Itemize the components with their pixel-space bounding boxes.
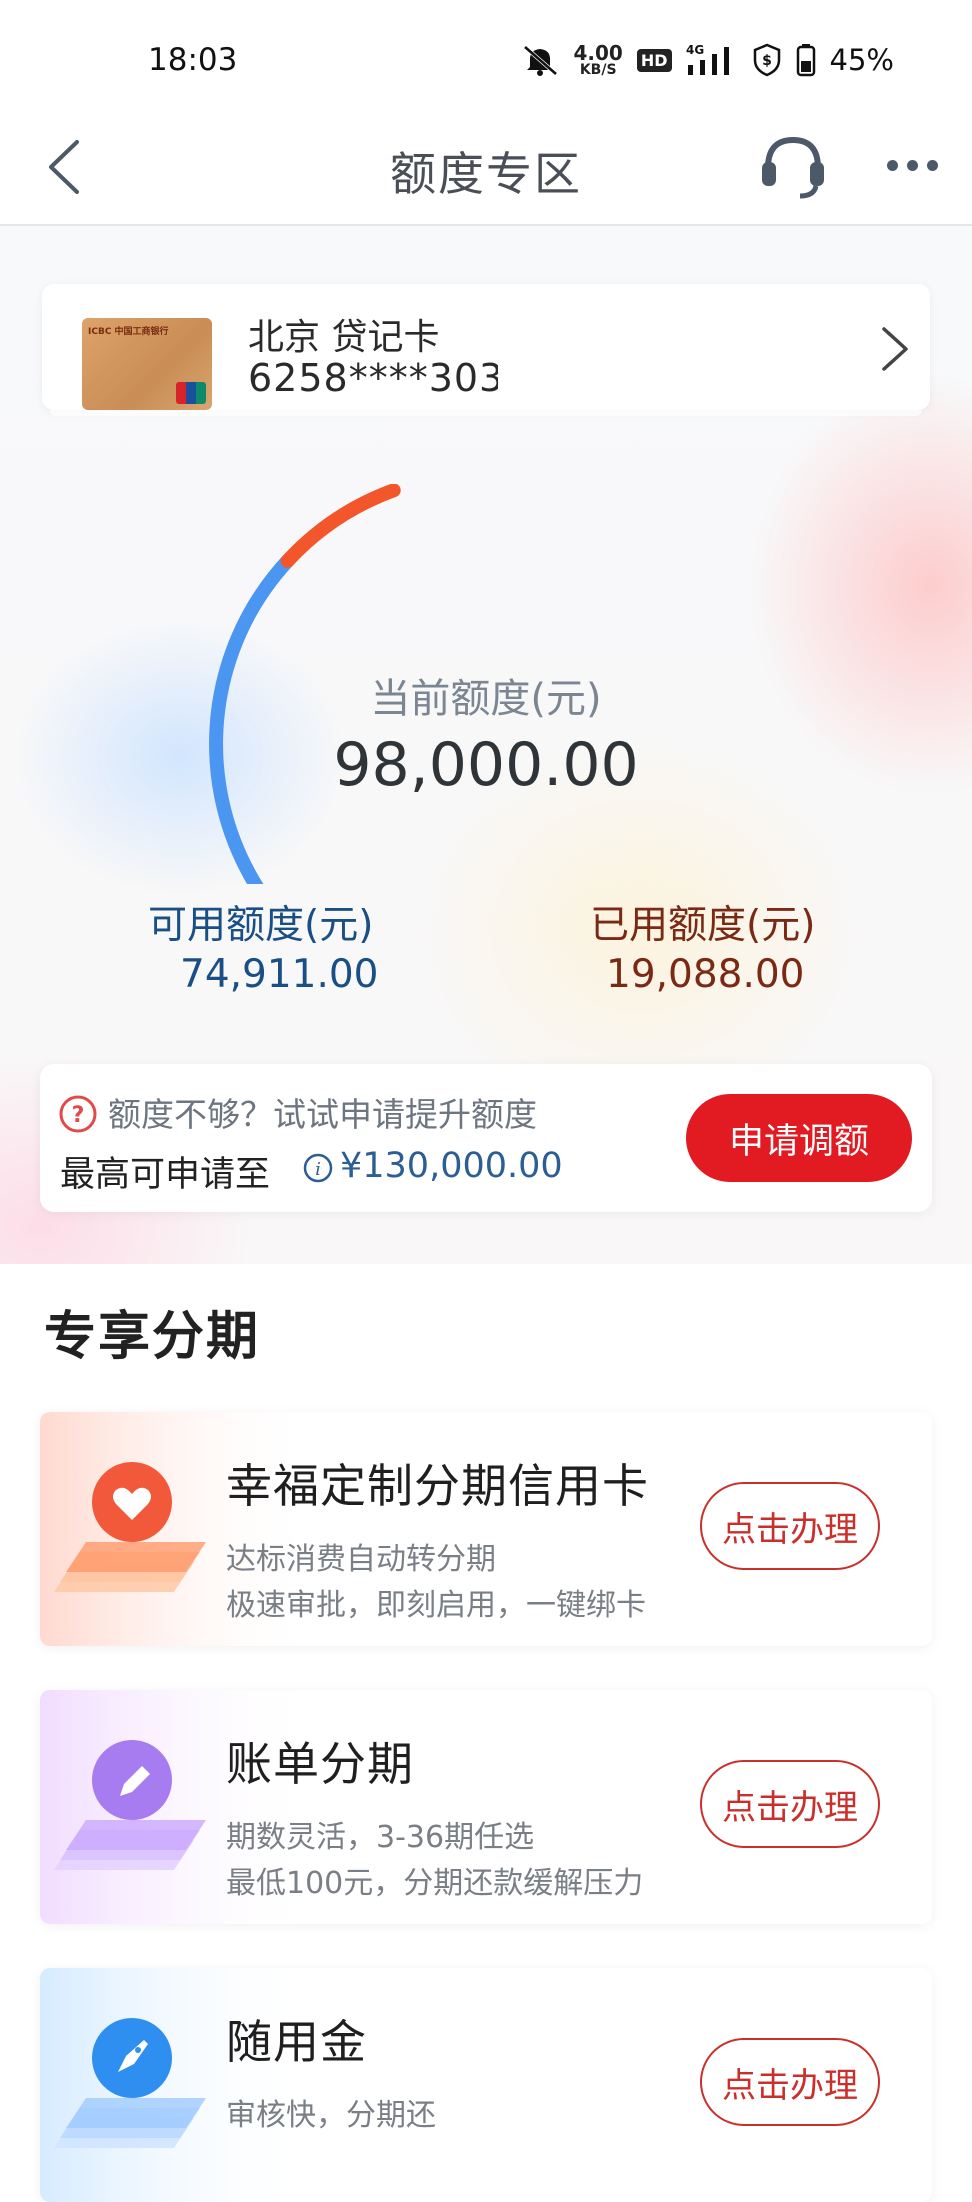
item-title: 随用金 <box>226 2015 367 2069</box>
more-dot-icon <box>926 159 938 171</box>
more-dot-icon <box>906 159 918 171</box>
customer-service-button[interactable] <box>756 128 830 202</box>
installment-item-happy-card[interactable]: 幸福定制分期信用卡 达标消费自动转分期 极速审批，即刻启用，一键绑卡 点击办理 <box>40 1412 932 1646</box>
card-image: ICBC 中国工商银行 <box>82 318 212 410</box>
signal-icon: 4G <box>686 43 729 75</box>
shield-dollar-icon: $ <box>753 43 780 77</box>
headset-icon <box>762 136 824 199</box>
available-quota-value: 74,911.00 <box>180 952 379 997</box>
available-quota-label: 可用额度(元) <box>148 903 374 948</box>
svg-text:4G: 4G <box>686 43 704 57</box>
status-time: 18:03 <box>148 42 238 78</box>
svg-text:?: ? <box>72 1103 85 1128</box>
apply-button[interactable]: 点击办理 <box>700 2038 880 2126</box>
net-speed-value: 4.00 <box>573 41 623 65</box>
item-subtitle: 极速审批，即刻启用，一键绑卡 <box>226 1588 646 1623</box>
hd-badge: HD <box>636 48 672 72</box>
item-subtitle: 期数灵活，3-36期任选 <box>226 1820 535 1855</box>
used-quota-value: 19,088.00 <box>606 952 805 997</box>
question-icon[interactable]: ? <box>58 1094 98 1134</box>
item-subtitle: 最低100元，分期还款缓解压力 <box>226 1866 644 1901</box>
more-dot-icon <box>886 159 898 171</box>
chevron-right-icon <box>882 327 908 371</box>
unionpay-logo <box>176 382 206 404</box>
max-apply-value: ¥130,000.00 <box>340 1146 563 1186</box>
max-apply-label: 最高可申请至 <box>60 1155 271 1195</box>
item-subtitle: 审核快，分期还 <box>226 2098 436 2133</box>
raise-quota-panel: ? 额度不够？试试申请提升额度 最高可申请至 i ¥130,000.00 申请调… <box>40 1064 932 1212</box>
used-quota-label: 已用额度(元) <box>590 903 816 948</box>
battery-percent: 45% <box>829 43 894 77</box>
section-title: 专享分期 <box>44 1307 261 1367</box>
installment-item-cash[interactable]: 随用金 审核快，分期还 点击办理 <box>40 1968 932 2202</box>
more-button[interactable] <box>880 140 944 190</box>
info-icon[interactable]: i <box>302 1152 334 1184</box>
card-number: 6258****303 <box>248 356 498 400</box>
net-speed-unit: KB/S <box>579 62 617 78</box>
rocket-icon <box>40 1968 320 2202</box>
raise-tip-text: 额度不够？试试申请提升额度 <box>108 1095 537 1134</box>
item-title: 账单分期 <box>226 1737 414 1791</box>
installment-item-bill[interactable]: 账单分期 期数灵活，3-36期任选 最低100元，分期还款缓解压力 点击办理 <box>40 1690 932 1924</box>
card-logo: ICBC 中国工商银行 <box>88 327 169 337</box>
battery-icon <box>796 44 815 77</box>
gauge-used-arc <box>280 484 401 568</box>
status-bar: 18:03 4.00 KB/S HD 4G $ 45% <box>0 0 972 110</box>
net-speed: 4.00 KB/S <box>574 43 623 77</box>
mute-icon <box>523 45 557 76</box>
apply-button[interactable]: 点击办理 <box>700 1760 880 1848</box>
item-subtitle: 达标消费自动转分期 <box>226 1542 496 1577</box>
status-icons: 4.00 KB/S HD 4G $ 45% <box>520 40 894 80</box>
title-bar: 额度专区 <box>0 110 972 226</box>
apply-button[interactable]: 点击办理 <box>700 1482 880 1570</box>
card-selector[interactable]: ICBC 中国工商银行 北京 贷记卡 6258****303 <box>42 284 930 416</box>
apply-adjust-button[interactable]: 申请调额 <box>686 1094 912 1182</box>
svg-text:i: i <box>315 1159 321 1180</box>
item-title: 幸福定制分期信用卡 <box>226 1459 649 1513</box>
card-name: 北京 贷记卡 <box>248 317 440 358</box>
current-quota-label: 当前额度(元) <box>370 676 602 722</box>
current-quota-value: 98,000.00 <box>333 730 639 800</box>
svg-text:$: $ <box>762 53 772 69</box>
quota-hero: ICBC 中国工商银行 北京 贷记卡 6258****303 当前额度(元) 9… <box>0 226 972 1264</box>
